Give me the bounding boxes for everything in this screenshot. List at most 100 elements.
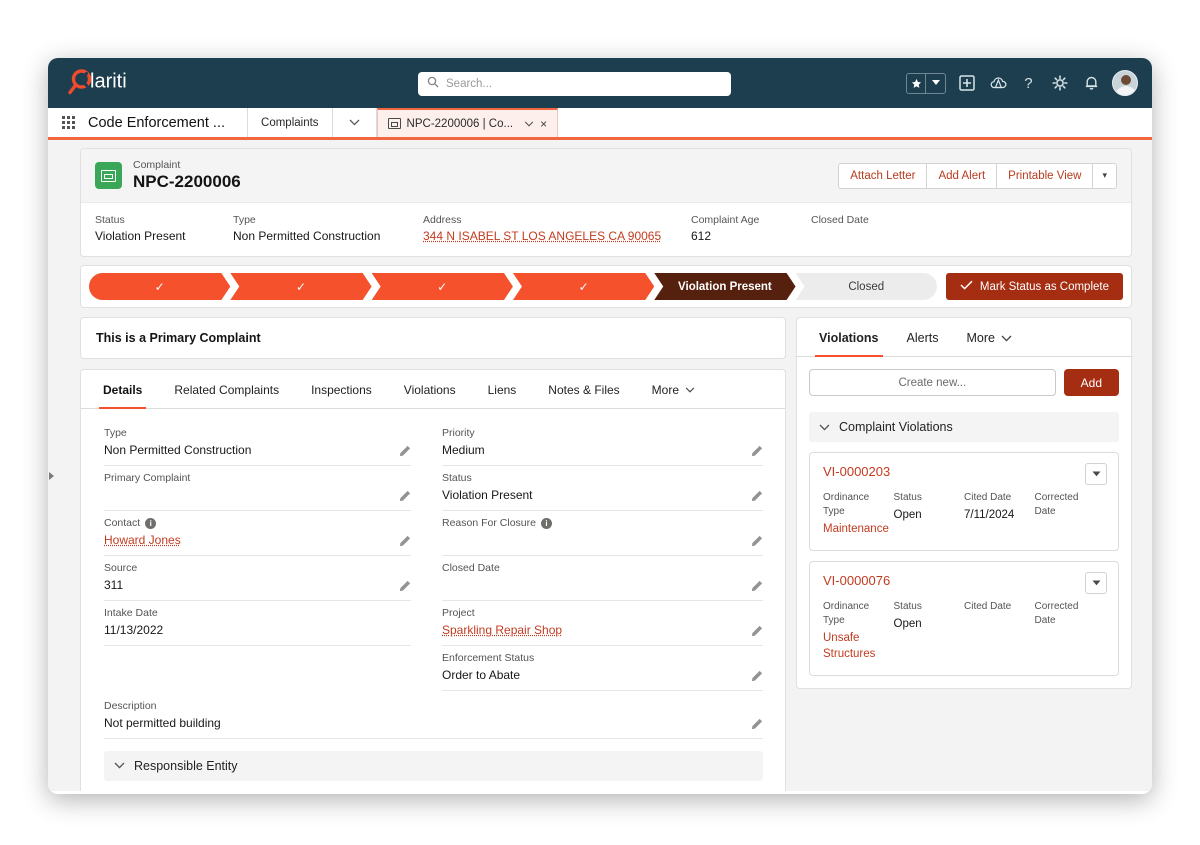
printable-view-button[interactable]: Printable View [996, 162, 1093, 189]
search-input[interactable] [446, 78, 722, 90]
ordinance-type-link[interactable]: Unsafe Structures [823, 630, 888, 662]
address-link[interactable]: 344 N ISABEL ST LOS ANGELES CA 90065 [423, 228, 673, 244]
highlight-label: Closed Date [811, 214, 869, 226]
sidebar-collapse-handle[interactable] [48, 470, 55, 482]
content-columns: This is a Primary Complaint Details Rela… [80, 317, 1132, 791]
edit-pencil-icon[interactable] [399, 535, 411, 547]
add-icon[interactable] [957, 73, 977, 93]
tab-more-panel[interactable]: More [952, 318, 1025, 356]
add-alert-button[interactable]: Add Alert [926, 162, 997, 189]
record-type-label: Complaint [133, 159, 181, 171]
check-icon: ✓ [578, 279, 589, 294]
path-step-3[interactable]: ✓ [372, 273, 513, 300]
violation-row-menu-button[interactable] [1085, 572, 1107, 594]
app-launcher-icon[interactable] [48, 108, 88, 137]
ordinance-type-link[interactable]: Maintenance [823, 521, 889, 537]
close-icon[interactable]: × [540, 117, 547, 131]
violation-fields: Ordinance Type Unsafe Structures Status … [823, 600, 1105, 662]
app-name[interactable]: Code Enforcement ... [88, 108, 247, 137]
violation-ordinance-type: Ordinance Type Unsafe Structures [823, 600, 894, 662]
edit-pencil-icon[interactable] [399, 580, 411, 592]
violations-tab-bar: Violations Alerts More [797, 318, 1131, 357]
path-step-2[interactable]: ✓ [230, 273, 371, 300]
tab-more[interactable]: More [636, 370, 711, 408]
chevron-down-icon [1001, 331, 1012, 345]
edit-pencil-icon[interactable] [751, 718, 763, 730]
record-tab-chevron-down-icon[interactable] [524, 119, 534, 129]
nav-tab-record-label: NPC-2200006 | Co... [406, 117, 514, 130]
edit-pencil-icon[interactable] [751, 580, 763, 592]
responsible-entity-section-header[interactable]: Responsible Entity [104, 751, 763, 781]
details-left-column: Type Non Permitted Construction Primary … [81, 421, 433, 691]
clariti-logo[interactable]: lariti [66, 68, 162, 98]
violation-card: VI-0000203 Ordinance Type Maintenance St… [809, 452, 1119, 551]
tab-notes-files[interactable]: Notes & Files [532, 370, 635, 408]
tab-liens[interactable]: Liens [472, 370, 533, 408]
check-icon: ✓ [295, 279, 306, 294]
favorites-caret-icon[interactable] [926, 74, 945, 93]
complaint-violations-section-header[interactable]: Complaint Violations [809, 412, 1119, 442]
edit-pencil-icon[interactable] [751, 670, 763, 682]
create-new-input[interactable]: Create new... [809, 369, 1056, 396]
record-name: NPC-2200006 [133, 172, 241, 191]
contact-link[interactable]: Howard Jones [104, 531, 411, 550]
setup-gear-icon[interactable] [1050, 73, 1070, 93]
info-icon[interactable]: i [145, 518, 157, 529]
add-violation-button[interactable]: Add [1063, 369, 1119, 396]
favorites-group[interactable] [906, 72, 946, 94]
record-header-top: Complaint NPC-2200006 Attach Letter Add … [81, 149, 1131, 202]
field-primary-complaint: Primary Complaint [104, 466, 411, 511]
project-link[interactable]: Sparkling Repair Shop [442, 621, 763, 640]
highlight-value: Violation Present [95, 229, 186, 243]
nav-tab-complaints-dropdown[interactable] [333, 108, 377, 137]
info-icon[interactable]: i [540, 518, 552, 529]
path-step-4[interactable]: ✓ [513, 273, 654, 300]
chevron-down-icon [819, 420, 830, 434]
tab-violations[interactable]: Violations [388, 370, 472, 408]
complaint-record-icon [387, 118, 401, 129]
field-enforcement-status: Enforcement Status Order to Abate [442, 646, 763, 691]
field-project: Project Sparkling Repair Shop [442, 601, 763, 646]
violation-id-link[interactable]: VI-0000203 [823, 464, 1105, 479]
tab-alerts-panel[interactable]: Alerts [893, 318, 953, 356]
violation-id-link[interactable]: VI-0000076 [823, 573, 1105, 588]
nav-tab-record[interactable]: NPC-2200006 | Co... × [376, 108, 559, 137]
global-search[interactable] [418, 72, 731, 96]
field-description: Description Not permitted building [104, 697, 763, 739]
path-step-1[interactable]: ✓ [89, 273, 230, 300]
cloud-icon[interactable] [988, 73, 1008, 93]
tab-violations-panel[interactable]: Violations [805, 318, 893, 357]
header-actions: ? [906, 70, 1138, 96]
tab-details[interactable]: Details [87, 370, 158, 409]
notifications-bell-icon[interactable] [1081, 73, 1101, 93]
record-highlight-fields: Status Violation Present Type Non Permit… [81, 202, 1131, 256]
label-responsible-party: Responsible Party [104, 790, 434, 791]
path-step-closed[interactable]: Closed [795, 273, 937, 300]
check-icon [960, 280, 973, 293]
highlight-field-closed-date: Closed Date [811, 213, 931, 244]
help-icon[interactable]: ? [1019, 73, 1039, 93]
favorites-star-icon[interactable] [907, 73, 926, 93]
attach-letter-button[interactable]: Attach Letter [838, 162, 927, 189]
edit-pencil-icon[interactable] [751, 490, 763, 502]
mark-status-complete-button[interactable]: Mark Status as Complete [945, 273, 1123, 300]
edit-pencil-icon[interactable] [399, 445, 411, 457]
edit-pencil-icon[interactable] [751, 535, 763, 547]
more-actions-button[interactable]: ▾ [1092, 162, 1117, 189]
edit-pencil-icon[interactable] [751, 625, 763, 637]
tab-related-complaints[interactable]: Related Complaints [158, 370, 295, 408]
nav-tab-complaints-label: Complaints [261, 116, 319, 129]
violation-card: VI-0000076 Ordinance Type Unsafe Structu… [809, 561, 1119, 676]
violation-row-menu-button[interactable] [1085, 463, 1107, 485]
path-step-violation-present[interactable]: Violation Present [654, 273, 795, 300]
user-avatar[interactable] [1112, 70, 1138, 96]
edit-pencil-icon[interactable] [399, 490, 411, 502]
details-fields-grid: Type Non Permitted Construction Primary … [81, 409, 785, 691]
edit-pencil-icon[interactable] [751, 445, 763, 457]
tab-inspections[interactable]: Inspections [295, 370, 388, 408]
details-right-column: Priority Medium Status Violation Present… [433, 421, 785, 691]
highlight-value: Non Permitted Construction [233, 229, 381, 243]
nav-tab-complaints[interactable]: Complaints [247, 108, 333, 137]
section-title: Complaint Violations [839, 420, 953, 434]
global-header: lariti ? [48, 58, 1152, 108]
